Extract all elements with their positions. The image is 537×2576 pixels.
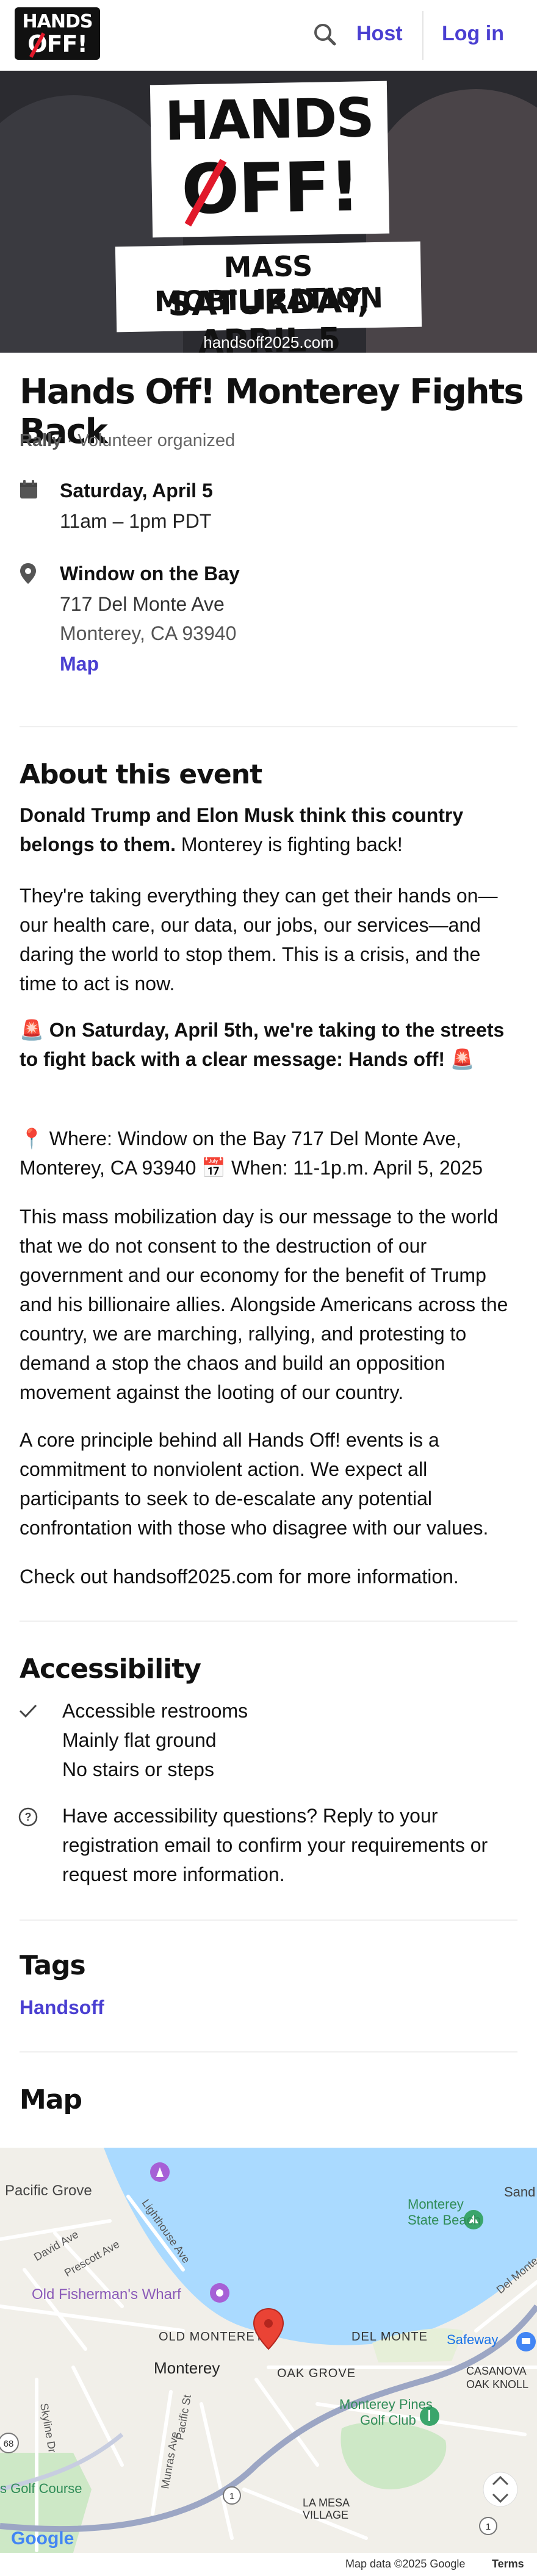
tags-heading: Tags — [20, 1950, 86, 1981]
bay-water — [104, 2148, 537, 2345]
calendar-icon — [20, 480, 38, 502]
map-view[interactable]: 1 1 68 Pacific Grove Monterey State Beac… — [0, 2148, 537, 2553]
map-label-la-mesa: LA MESA — [303, 2497, 350, 2509]
route-1-label: 1 — [229, 2491, 234, 2502]
map-label-old-fishermans-wharf: Old Fisherman's Wharf — [32, 2286, 181, 2303]
hero-banner: MASS MOBILIZATION SATURDAY, APRIL 5 — [115, 241, 422, 353]
location-pin-icon — [20, 563, 37, 588]
map-label-monterey: Monterey — [154, 2359, 220, 2377]
map-label-monterey-pines-1: Monterey Pines — [339, 2397, 433, 2412]
route-1-shield: 1 — [479, 2517, 497, 2535]
about-paragraph-6: A core principle behind all Hands Off! e… — [20, 1429, 489, 1539]
map-label-skyline-dr: Skyline Dr — [38, 2402, 59, 2453]
question-circle-icon: ? — [18, 1807, 38, 1830]
login-link[interactable]: Log in — [442, 22, 504, 46]
search-icon[interactable] — [310, 20, 341, 50]
map-label-monterey-state-beach-2: State Beach — [408, 2212, 481, 2228]
host-link[interactable]: Host — [356, 22, 403, 46]
map-label-safeway: Safeway — [447, 2332, 498, 2347]
hero-poster: HANDS OFF! — [150, 81, 390, 238]
hands-off-logo[interactable]: HANDS OFF! — [15, 7, 100, 60]
golf-club-area — [341, 2422, 447, 2489]
about-paragraph-7: Check out handsoff2025.com for more info… — [20, 1566, 459, 1588]
route-68-shield: 68 — [0, 2433, 19, 2453]
check-icon — [18, 1702, 38, 1722]
map-attribution: Map data ©2025 Google — [345, 2558, 466, 2570]
venue-address-line-1: 717 Del Monte Ave — [60, 593, 225, 615]
map-label-pacific-st: Pacific St — [173, 2394, 193, 2441]
map-label-casanova: CASANOVA — [466, 2365, 527, 2377]
hero-url: handsoff2025.com — [203, 333, 334, 351]
event-time: 11am – 1pm PDT — [60, 510, 212, 532]
accessibility-item: Mainly flat ground — [62, 1729, 217, 1751]
map-label-oak-knoll: OAK KNOLL — [466, 2378, 528, 2391]
logo-line-1: HANDS — [22, 11, 93, 32]
map-terms-link[interactable]: Terms — [492, 2558, 524, 2571]
map-label-old-monterey: OLD MONTEREY — [159, 2330, 264, 2344]
about-paragraph-1-rest: Monterey is fighting back! — [176, 833, 403, 855]
about-paragraph-2: They're taking everything they can get t… — [20, 885, 498, 995]
safeway-marker[interactable] — [516, 2332, 536, 2351]
map-label-del-monte: DEL MONTE — [351, 2330, 428, 2344]
accessibility-item: No stairs or steps — [62, 1758, 214, 1780]
google-logo: Google — [11, 2528, 74, 2549]
attraction-marker[interactable] — [150, 2162, 170, 2182]
logo-line-2: OFF! — [27, 31, 88, 57]
venue-address-line-2: Monterey, CA 93940 — [60, 622, 237, 644]
nav-divider — [422, 11, 423, 60]
accessibility-item: Accessible restrooms — [62, 1700, 248, 1722]
about-paragraph-1: Donald Trump and Elon Musk think this co… — [20, 801, 517, 859]
tag-handsoff[interactable]: Handsoff — [20, 1996, 104, 2019]
about-paragraph-4: 📍 Where: Window on the Bay 717 Del Monte… — [20, 1128, 483, 1179]
route-1-label: 1 — [486, 2522, 491, 2532]
map-heading: Map — [20, 2084, 82, 2115]
section-divider — [20, 2051, 517, 2053]
about-paragraph-3: 🚨 On Saturday, April 5th, we're taking t… — [20, 1019, 505, 1070]
svg-text:?: ? — [25, 1811, 32, 1823]
map-label-monterey-state-beach-1: Monterey — [408, 2196, 464, 2212]
map-link[interactable]: Map — [60, 653, 99, 675]
section-divider — [20, 1621, 517, 1622]
about-paragraph-5: This mass mobilization day is our messag… — [20, 1206, 508, 1403]
venue-name: Window on the Bay — [60, 563, 240, 585]
event-hero-image: HANDS OFF! MASS MOBILIZATION SATURDAY, A… — [0, 71, 537, 353]
map-label-sand: Sand — [504, 2184, 535, 2200]
map-label-village: VILLAGE — [303, 2509, 348, 2521]
accessibility-question: Have accessibility questions? Reply to y… — [62, 1805, 488, 1885]
route-1-shield: 1 — [223, 2486, 241, 2505]
map-label-monterey-pines-2: Golf Club — [360, 2412, 416, 2428]
event-organizer: · Volunteer organized — [67, 431, 236, 450]
wharf-marker[interactable] — [210, 2283, 229, 2303]
section-divider — [20, 1919, 517, 1921]
top-nav: HANDS OFF! Host Log in — [0, 0, 537, 71]
map-footer: Map data ©2025 Google Terms — [0, 2553, 537, 2576]
event-date: Saturday, April 5 — [60, 480, 213, 502]
accessibility-heading: Accessibility — [20, 1653, 201, 1685]
map-label-pacific-grove: Pacific Grove — [5, 2182, 92, 2199]
section-divider — [20, 726, 517, 727]
event-subline: Rally · Volunteer organized — [20, 431, 235, 451]
map-label-golf-course: s Golf Course — [0, 2481, 82, 2496]
about-heading: About this event — [20, 759, 262, 790]
map-label-oak-grove: OAK GROVE — [277, 2367, 356, 2380]
poster-line-1: HANDS — [164, 86, 374, 153]
route-68-label: 68 — [4, 2439, 14, 2449]
map-fullscreen-button[interactable] — [483, 2472, 518, 2507]
event-category: Rally — [20, 431, 62, 450]
